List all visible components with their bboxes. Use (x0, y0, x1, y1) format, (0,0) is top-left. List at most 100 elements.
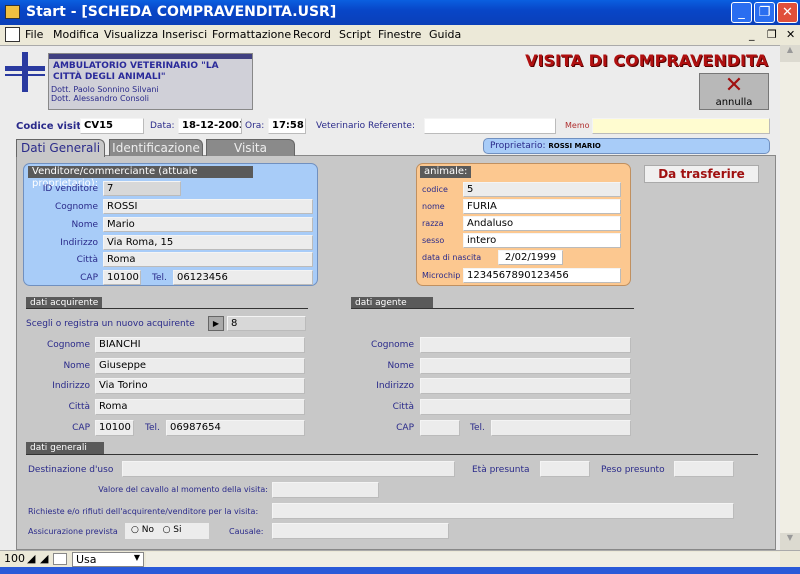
seller-name-field[interactable]: Mario (103, 217, 313, 232)
insurance-yes-radio[interactable]: ○ Si (163, 525, 182, 535)
buyer-id-field[interactable]: 8 (227, 316, 306, 331)
seller-city-field[interactable]: Roma (103, 252, 313, 267)
agent-tel-field[interactable] (491, 420, 631, 436)
requests-field[interactable] (272, 503, 734, 519)
zoom-out-icon[interactable]: ◢ (27, 552, 35, 565)
animal-sex-field[interactable]: intero (463, 233, 621, 248)
mode-select[interactable]: Usa ▼ (72, 552, 144, 567)
status-bar: 100 ◢ ◢ Usa ▼ (0, 550, 800, 567)
zoom-level[interactable]: 100 (4, 552, 25, 565)
seller-cap-label: CAP (80, 273, 98, 283)
buyer-city-field[interactable]: Roma (95, 399, 305, 415)
zoom-in-icon[interactable]: ◢ (40, 552, 48, 565)
seller-surname-field[interactable]: ROSSI (103, 199, 313, 214)
doc-close-button[interactable]: ✕ (786, 28, 795, 41)
menu-inserisci[interactable]: Inserisci (162, 28, 207, 41)
divider (351, 308, 634, 309)
insurance-radio-group: ○ No ○ Si (125, 523, 209, 539)
animal-code-field[interactable]: 5 (463, 182, 621, 197)
agent-city-label: Città (392, 402, 414, 412)
page-title: VISITA DI COMPRAVENDITA (525, 51, 768, 70)
buyer-address-field[interactable]: Via Torino (95, 378, 305, 394)
animal-birth-field[interactable]: 2/02/1999 (498, 250, 563, 265)
time-field[interactable]: 17:58 (268, 118, 306, 134)
cancel-button[interactable]: ✕ annulla (699, 73, 769, 110)
menu-visualizza[interactable]: Visualizza (104, 28, 158, 41)
tab-dati-generali[interactable]: Dati Generali (16, 139, 105, 157)
taskbar (0, 567, 800, 574)
animal-code-label: codice (422, 185, 448, 194)
divider (26, 454, 758, 455)
date-field[interactable]: 18-12-2003 (178, 118, 242, 134)
title-bar: Start - [SCHEDA COMPRAVENDITA.USR] (0, 0, 800, 25)
buyer-surname-field[interactable]: BIANCHI (95, 337, 305, 353)
seller-tel-label: Tel. (152, 273, 167, 283)
vertical-scrollbar[interactable]: ▲ ▼ (780, 45, 800, 550)
animal-chip-field[interactable]: 1234567890123456 (463, 268, 621, 283)
horizontal-scrollbar[interactable] (146, 552, 780, 567)
age-field[interactable] (540, 461, 590, 477)
vet-field[interactable] (424, 118, 556, 134)
animal-breed-field[interactable]: Andaluso (463, 216, 621, 231)
minimize-button[interactable]: _ (731, 2, 752, 23)
age-label: Età presunta (472, 465, 530, 475)
buyer-tel-field[interactable]: 06987654 (166, 420, 305, 436)
doc-minimize-button[interactable]: _ (749, 28, 755, 41)
reason-label: Causale: (229, 527, 264, 536)
yes-label: Si (173, 525, 182, 535)
animal-name-field[interactable]: FURIA (463, 199, 621, 214)
menu-file[interactable]: File (25, 28, 43, 41)
seller-address-field[interactable]: Via Roma, 15 (103, 235, 313, 250)
menu-record[interactable]: Record (293, 28, 331, 41)
agent-name-field[interactable] (420, 358, 631, 374)
vet-label: Veterinario Referente: (316, 121, 415, 131)
agent-surname-field[interactable] (420, 337, 631, 353)
choose-buyer-button[interactable]: ▶ (208, 316, 224, 331)
agent-address-field[interactable] (420, 378, 631, 394)
seller-tel-field[interactable]: 06123456 (173, 270, 313, 285)
divider (26, 308, 308, 309)
reason-field[interactable] (272, 523, 449, 539)
menu-modifica[interactable]: Modifica (53, 28, 99, 41)
app-icon (5, 5, 20, 19)
clinic-header: AMBULATORIO VETERINARIO "LA CITTÀ DEGLI … (48, 53, 253, 110)
buyer-name-field[interactable]: Giuseppe (95, 358, 305, 374)
scroll-up-icon[interactable]: ▲ (780, 45, 800, 62)
scroll-down-icon[interactable]: ▼ (780, 533, 800, 550)
doc-restore-button[interactable]: ❐ (767, 28, 777, 41)
restore-button[interactable]: ❐ (754, 2, 775, 23)
use-field[interactable] (122, 461, 455, 477)
visit-code-label: Codice visita (16, 121, 88, 132)
status-area-icon[interactable] (53, 553, 67, 565)
animal-sex-label: sesso (422, 236, 445, 245)
seller-address-label: Indirizzo (60, 238, 98, 248)
seller-cap-field[interactable]: 10100 (103, 270, 141, 285)
tab-identificazione[interactable]: Identificazione (109, 139, 203, 156)
buyer-cap-field[interactable]: 10100 (95, 420, 134, 436)
insurance-no-radio[interactable]: ○ No (131, 525, 154, 535)
agent-city-field[interactable] (420, 399, 631, 415)
agent-cap-field[interactable] (420, 420, 460, 436)
status-badge: Da trasferire (644, 165, 759, 183)
memo-field[interactable] (592, 118, 770, 134)
close-button[interactable]: ✕ (777, 2, 798, 23)
seller-title: Venditore/commerciante (attuale propriet… (28, 166, 253, 189)
doctor-2: Dott. Alessandro Consoli (51, 94, 150, 103)
chevron-down-icon: ▼ (133, 553, 140, 562)
menu-formattazione[interactable]: Formattazione (212, 28, 291, 41)
caduceus-logo (5, 52, 45, 92)
buyer-name-label: Nome (63, 361, 90, 371)
buyer-tel-label: Tel. (145, 423, 160, 433)
tab-visita[interactable]: Visita (206, 139, 295, 156)
requests-label: Richieste e/o rifiuti dell'acquirente/ve… (28, 507, 259, 516)
menu-finestre[interactable]: Finestre (378, 28, 421, 41)
menu-bar: File Modifica Visualizza Inserisci Forma… (0, 25, 800, 45)
seller-id-field[interactable]: 7 (103, 181, 181, 196)
menu-guida[interactable]: Guida (429, 28, 461, 41)
visit-code-field[interactable]: CV15 (80, 118, 144, 134)
weight-field[interactable] (674, 461, 734, 477)
menu-script[interactable]: Script (339, 28, 371, 41)
agent-surname-label: Cognome (370, 340, 414, 350)
value-field[interactable] (272, 482, 379, 498)
buyer-address-label: Indirizzo (52, 381, 90, 391)
